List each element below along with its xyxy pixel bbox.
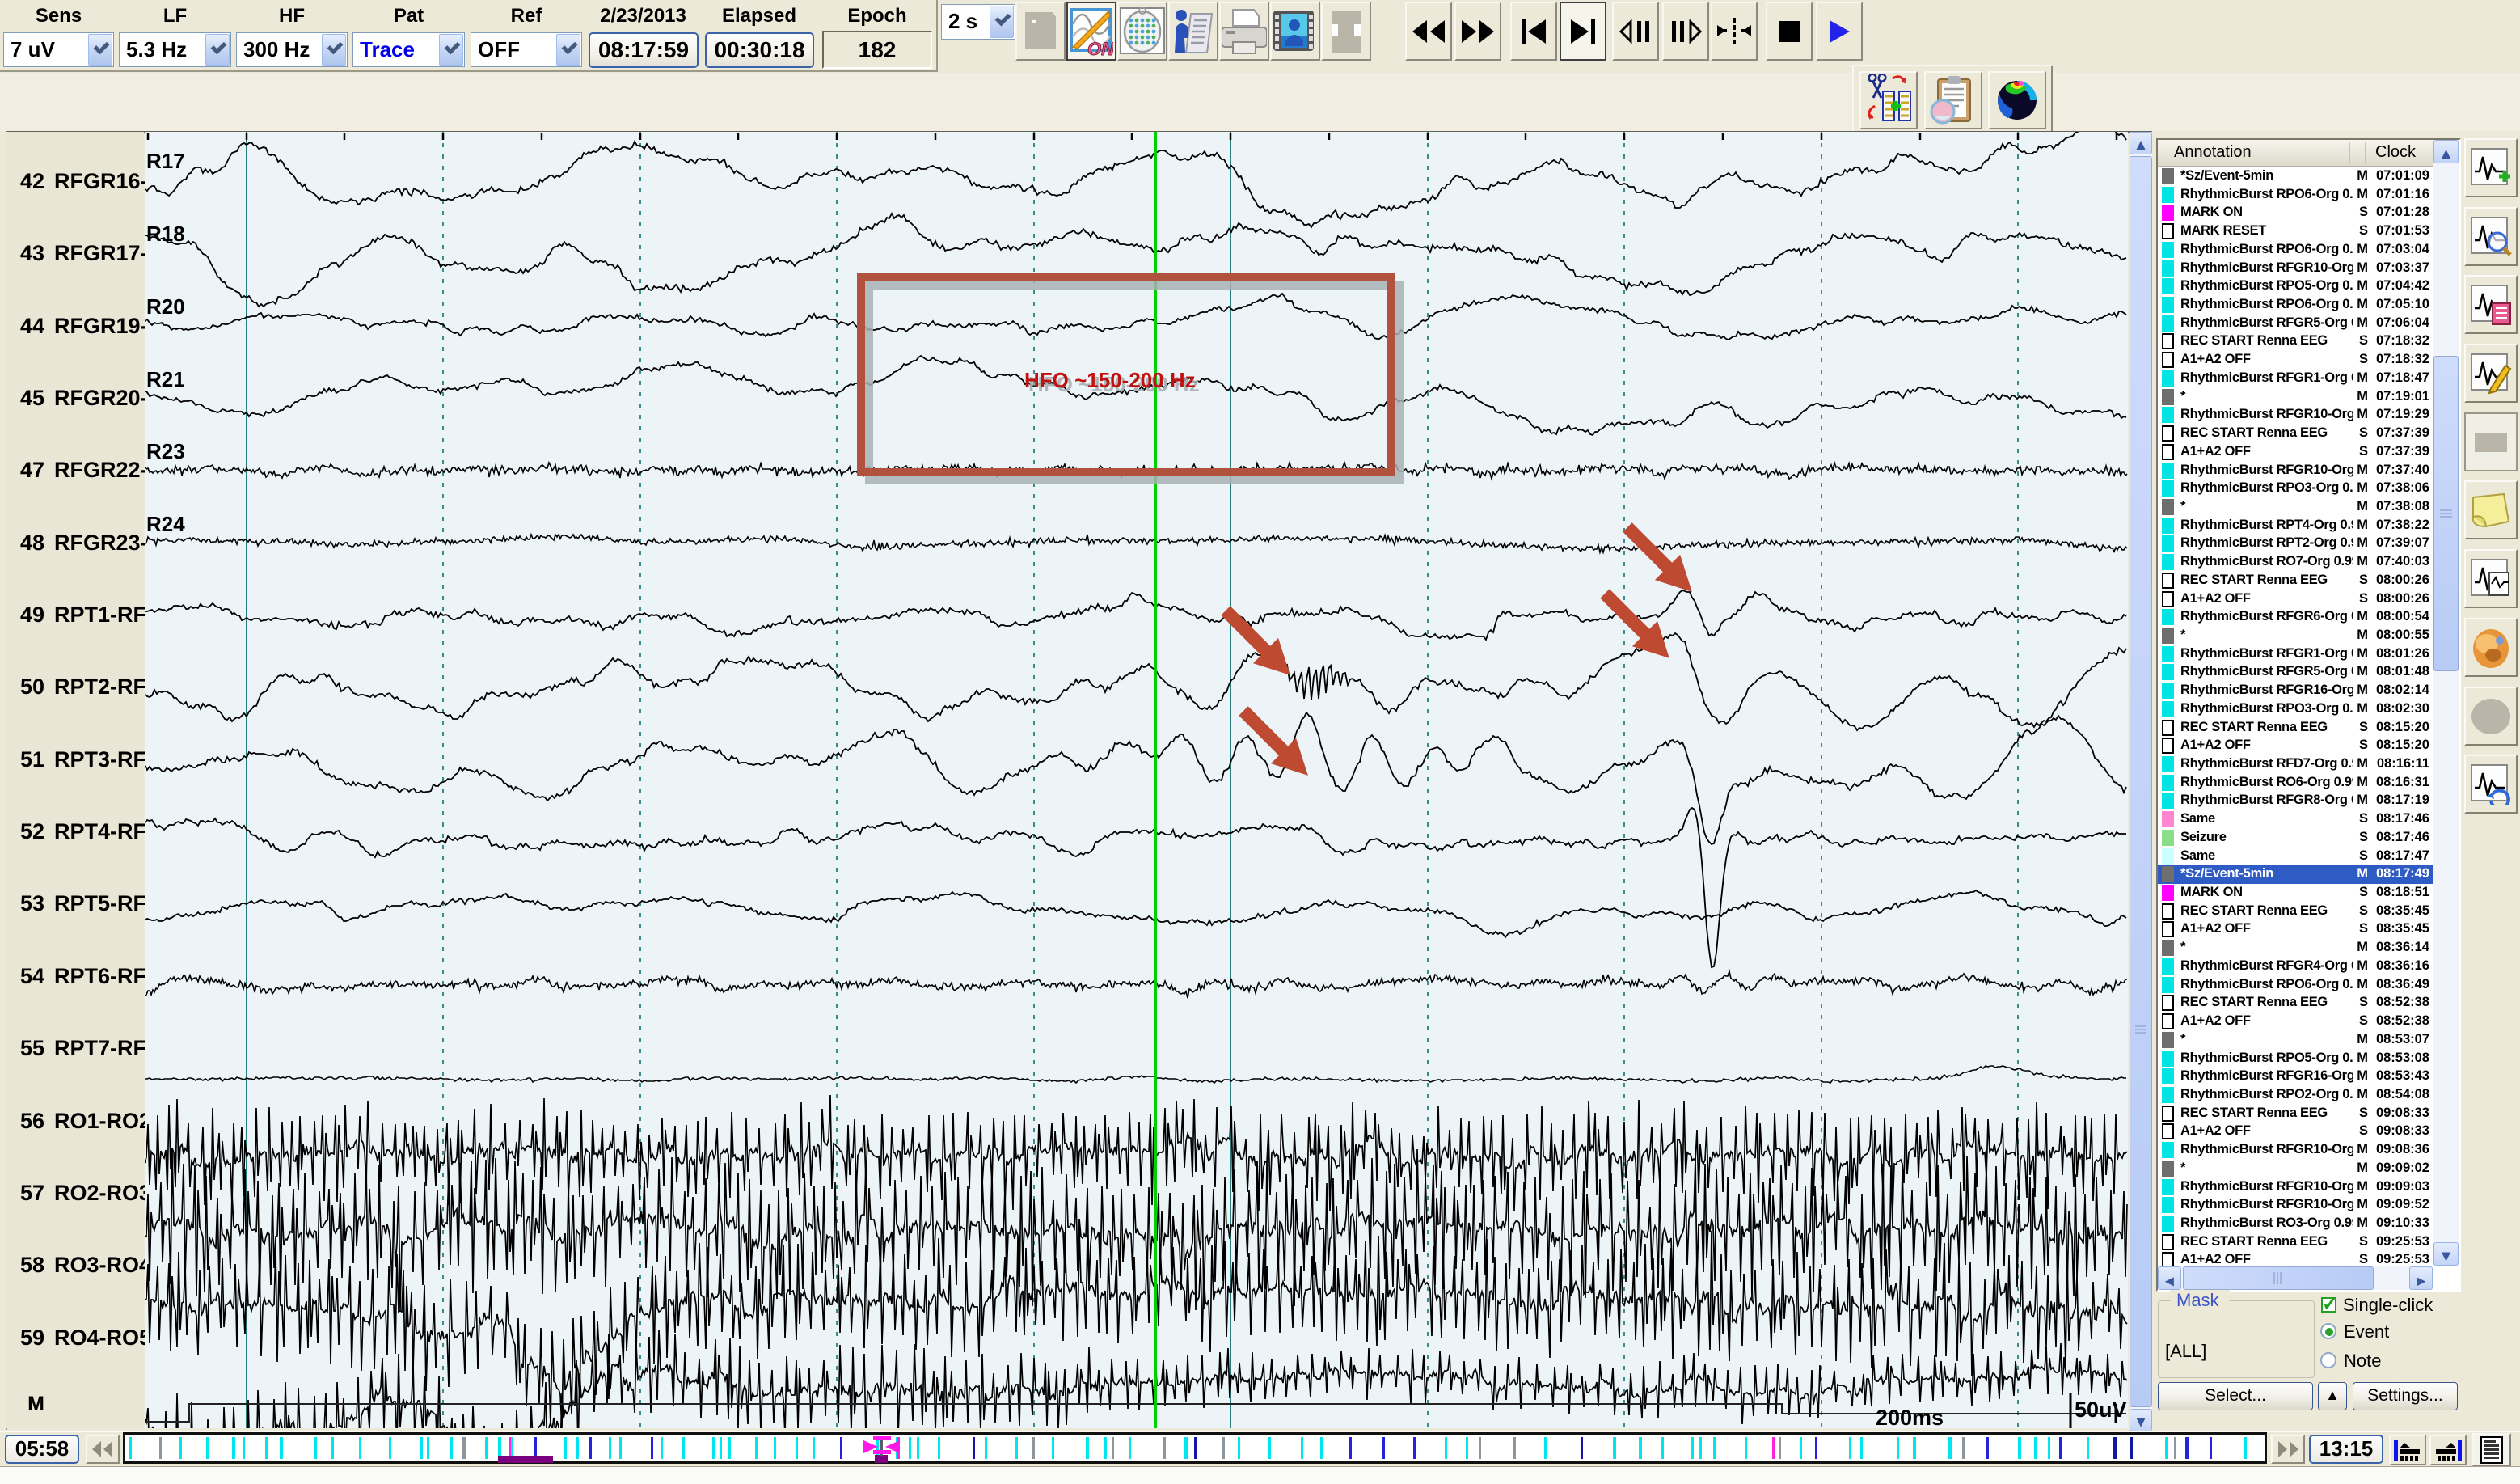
svg-text:ON: ON	[1087, 39, 1113, 57]
svg-text:R18: R18	[146, 222, 185, 246]
svg-text:R20: R20	[146, 294, 185, 319]
svg-text:200ms: 200ms	[1876, 1406, 1944, 1428]
svg-text:HFO ~150-200 Hz: HFO ~150-200 Hz	[1024, 368, 1196, 392]
svg-text:50uV: 50uV	[2075, 1397, 2127, 1422]
svg-text:R24: R24	[146, 512, 185, 536]
svg-text:R21: R21	[146, 367, 185, 391]
svg-text:R23: R23	[146, 439, 185, 463]
svg-text:R17: R17	[146, 149, 185, 173]
